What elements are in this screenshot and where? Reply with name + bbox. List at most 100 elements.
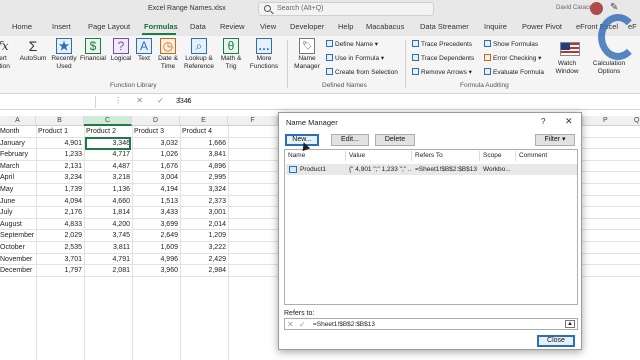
value-cell[interactable]: 1,797	[38, 265, 82, 277]
search-box[interactable]: Search (Alt+Q)	[258, 2, 434, 16]
header-cell[interactable]: Month	[0, 126, 36, 138]
column-header-c[interactable]: C	[84, 116, 132, 126]
create-from-selection-button[interactable]: Create from Selection	[326, 68, 398, 76]
column-header-a[interactable]: A	[0, 116, 36, 126]
value-cell[interactable]: 1,609	[134, 242, 178, 254]
text-button[interactable]: A Text	[134, 38, 154, 63]
month-cell[interactable]: September	[0, 230, 36, 242]
tab-macabacus[interactable]: Macabacus	[366, 22, 404, 31]
value-cell[interactable]: 1,513	[134, 196, 178, 208]
value-cell[interactable]: 3,701	[38, 254, 82, 266]
month-cell[interactable]: March	[0, 161, 36, 173]
value-cell[interactable]: 1,739	[38, 184, 82, 196]
insert-function-button[interactable]: fx ert ction	[0, 38, 12, 71]
name-manager-button[interactable]: 🏷 Name Manager	[291, 38, 323, 71]
help-icon[interactable]: ?	[541, 117, 545, 126]
autosum-button[interactable]: Σ AutoSum	[18, 38, 48, 63]
value-cell[interactable]: 3,699	[134, 219, 178, 231]
tab-data-streamer[interactable]: Data Streamer	[420, 22, 469, 31]
value-cell[interactable]: 3,960	[134, 265, 178, 277]
evaluate-formula-button[interactable]: Evaluate Formula	[484, 68, 544, 76]
value-cell[interactable]: 3,032	[134, 138, 178, 150]
names-list[interactable]: Name Value Refers To Scope Comment Produ…	[284, 149, 578, 305]
more-functions-button[interactable]: … More Functions	[246, 38, 282, 71]
value-cell[interactable]: 1,136	[86, 184, 130, 196]
tab-insert[interactable]: Insert	[52, 22, 71, 31]
value-cell[interactable]: 4,896	[182, 161, 226, 173]
header-cell[interactable]: Product 1	[38, 126, 84, 138]
edit-button[interactable]: Edit...	[331, 134, 369, 146]
column-header-refers-to[interactable]: Refers To	[415, 152, 443, 159]
close-icon[interactable]: ✕	[565, 116, 573, 127]
close-button[interactable]: Close	[537, 335, 575, 347]
calculation-options-button[interactable]: Calculation Options	[588, 60, 630, 76]
value-cell[interactable]: 4,717	[86, 149, 130, 161]
value-cell[interactable]: 3,745	[86, 230, 130, 242]
value-cell[interactable]: 1,026	[134, 149, 178, 161]
header-cell[interactable]: Product 4	[182, 126, 228, 138]
lookup-reference-button[interactable]: ⌕ Lookup & Reference	[182, 38, 216, 71]
value-cell[interactable]: 4,660	[86, 196, 130, 208]
date-time-button[interactable]: ◷ Date & Time	[154, 38, 182, 71]
value-cell[interactable]: 3,811	[86, 242, 130, 254]
header-cell[interactable]: Product 2	[86, 126, 132, 138]
value-cell[interactable]: 3,218	[86, 172, 130, 184]
value-cell[interactable]: 2,014	[182, 219, 226, 231]
logical-button[interactable]: ? Logical	[108, 38, 134, 63]
tab-formulas[interactable]: Formulas	[144, 22, 178, 31]
formula-input[interactable]: 3346	[176, 98, 192, 105]
financial-button[interactable]: $ Financial	[78, 38, 108, 63]
tab-view[interactable]: View	[260, 22, 276, 31]
use-in-formula-button[interactable]: Use in Formula ▾	[326, 54, 384, 62]
column-header-name[interactable]: Name	[288, 152, 305, 159]
value-cell[interactable]: 1,233	[38, 149, 82, 161]
value-cell[interactable]: 3,841	[182, 149, 226, 161]
value-cell[interactable]: 2,176	[38, 207, 82, 219]
cancel-edit-icon[interactable]: ✕	[287, 320, 294, 329]
month-cell[interactable]: October	[0, 242, 36, 254]
trace-precedents-button[interactable]: Trace Precedents	[412, 40, 472, 48]
value-cell[interactable]: 1,666	[182, 138, 226, 150]
value-cell[interactable]: 1,209	[182, 230, 226, 242]
value-cell[interactable]: 2,995	[182, 172, 226, 184]
value-cell[interactable]: 4,833	[38, 219, 82, 231]
refers-to-value[interactable]: =Sheet1!$B$2:$B$13	[313, 321, 375, 328]
error-checking-button[interactable]: Error Checking ▾	[484, 54, 541, 62]
month-cell[interactable]: June	[0, 196, 36, 208]
filter-button[interactable]: Filter ▾	[535, 134, 575, 146]
delete-button[interactable]: Delete	[375, 134, 415, 146]
watch-window-button[interactable]: Watch Window	[552, 60, 582, 76]
tab-review[interactable]: Review	[220, 22, 245, 31]
value-cell[interactable]: 2,081	[86, 265, 130, 277]
column-header-b[interactable]: B	[36, 116, 84, 126]
value-cell[interactable]: 4,200	[86, 219, 130, 231]
show-formulas-button[interactable]: Show Formulas	[484, 40, 538, 48]
confirm-edit-icon[interactable]: ✓	[299, 320, 306, 329]
value-cell[interactable]: 2,131	[38, 161, 82, 173]
value-cell[interactable]: 2,984	[182, 265, 226, 277]
value-cell[interactable]: 2,535	[38, 242, 82, 254]
value-cell[interactable]: 4,487	[86, 161, 130, 173]
value-cell[interactable]: 1,814	[86, 207, 130, 219]
tab-inquire[interactable]: Inquire	[484, 22, 507, 31]
month-cell[interactable]: April	[0, 172, 36, 184]
value-cell[interactable]: 1,676	[134, 161, 178, 173]
column-header-p[interactable]: P	[603, 117, 608, 124]
math-trig-button[interactable]: θ Math & Trig	[218, 38, 244, 71]
value-cell[interactable]: 4,094	[38, 196, 82, 208]
pen-icon[interactable]: ✎	[610, 2, 620, 14]
remove-arrows-button[interactable]: Remove Arrows ▾	[412, 68, 472, 76]
value-cell[interactable]: 3,004	[134, 172, 178, 184]
collapse-dialog-icon[interactable]: ▲	[565, 320, 575, 328]
header-cell[interactable]: Product 3	[134, 126, 180, 138]
value-cell[interactable]: 3,234	[38, 172, 82, 184]
value-cell[interactable]: 2,429	[182, 254, 226, 266]
value-cell[interactable]: 3,433	[134, 207, 178, 219]
value-cell[interactable]: 3,346	[85, 136, 131, 151]
month-cell[interactable]: February	[0, 149, 36, 161]
month-cell[interactable]: November	[0, 254, 36, 266]
value-cell[interactable]: 3,222	[182, 242, 226, 254]
define-name-button[interactable]: Define Name ▾	[326, 40, 378, 48]
month-cell[interactable]: July	[0, 207, 36, 219]
column-header-scope[interactable]: Scope	[483, 152, 501, 159]
